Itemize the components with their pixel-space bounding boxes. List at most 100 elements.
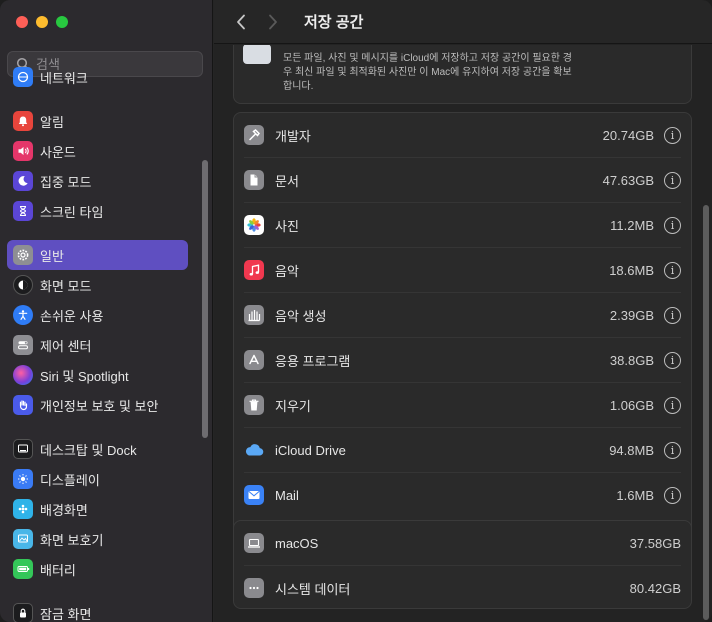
optimize-description: 모든 파일, 사진 및 메시지를 iCloud에 저장하고 저장 공간이 필요한… (283, 53, 572, 92)
minimize-button[interactable] (36, 16, 48, 28)
hourglass-icon (13, 201, 33, 221)
category-size: 18.6MB (609, 262, 654, 278)
sidebar-item-sound[interactable]: 사운드 (7, 136, 188, 166)
sidebar-item-notifications[interactable]: 알림 (7, 106, 188, 136)
category-label: 지우기 (275, 398, 311, 414)
mail-icon (244, 485, 264, 505)
sidebar-item-privacy[interactable]: 개인정보 보호 및 보안 (7, 390, 188, 420)
back-button[interactable] (227, 8, 255, 36)
info-button[interactable]: i (664, 441, 681, 459)
main-scrollbar[interactable] (703, 205, 709, 620)
category-size: 94.8MB (609, 442, 654, 458)
sidebar-item-network[interactable]: 네트워크 (7, 64, 188, 90)
settings-window: 네트워크 알림 사운드 집중 모드 (0, 0, 712, 622)
category-row-music-creation[interactable]: 음악 생성 2.39GB i (234, 293, 691, 337)
sidebar-item-label: 화면 보호기 (40, 532, 104, 548)
sidebar-list: 네트워크 알림 사운드 집중 모드 스크린 타임 일반 화면 모드 손쉬운 사용… (7, 67, 188, 622)
category-label: 개발자 (275, 128, 311, 144)
screensaver-icon (13, 529, 33, 549)
sidebar-item-label: 손쉬운 사용 (40, 308, 104, 324)
info-button[interactable]: i (664, 261, 681, 279)
category-size: 2.39GB (609, 307, 654, 323)
sidebar-item-desktop-dock[interactable]: 데스크탑 및 Dock (7, 434, 188, 464)
sidebar-item-label: 배경화면 (40, 502, 88, 518)
category-row-photos[interactable]: 사진 11.2MB i (234, 203, 691, 247)
storage-content: 모든 파일, 사진 및 메시지를 iCloud에 저장하고 저장 공간이 필요한… (214, 45, 712, 622)
system-row-macos: macOS 37.58GB (234, 521, 691, 565)
chevron-left-icon (237, 14, 245, 29)
category-size: 38.8GB (609, 352, 654, 368)
info-button[interactable]: i (664, 396, 681, 414)
trash-icon (244, 395, 264, 415)
info-button[interactable]: i (664, 216, 681, 234)
document-icon (244, 170, 264, 190)
sidebar-item-siri[interactable]: Siri 및 Spotlight (7, 360, 188, 390)
sidebar-item-screensaver[interactable]: 화면 보호기 (7, 524, 188, 554)
sidebar-item-label: 집중 모드 (40, 174, 92, 190)
laptop-icon (244, 533, 264, 553)
music-creation-icon (244, 305, 264, 325)
sidebar-scrollbar[interactable] (202, 160, 208, 438)
accessibility-icon (13, 305, 33, 325)
info-button[interactable]: i (664, 171, 681, 189)
control-center-icon (13, 335, 33, 355)
sidebar-item-battery[interactable]: 배터리 (7, 554, 188, 584)
system-size: 80.42GB (629, 580, 681, 596)
chevron-right-icon (269, 14, 277, 29)
info-button[interactable]: i (664, 306, 681, 324)
moon-icon (13, 171, 33, 191)
sidebar-item-label: 사운드 (40, 144, 76, 160)
sidebar-item-label: 디스플레이 (40, 472, 100, 488)
forward-button[interactable] (259, 8, 287, 36)
sidebar-item-control-center[interactable]: 제어 센터 (7, 330, 188, 360)
system-storage-list: macOS 37.58GB 시스템 데이터 80.42GB (233, 520, 692, 609)
page-title: 저장 공간 (304, 14, 364, 31)
photos-icon (244, 215, 264, 235)
appearance-icon (13, 275, 33, 295)
info-button[interactable]: i (664, 126, 681, 144)
sidebar-item-screen-time[interactable]: 스크린 타임 (7, 196, 188, 226)
category-label: 응용 프로그램 (275, 353, 351, 369)
sidebar-item-general[interactable]: 일반 (7, 240, 188, 270)
network-icon (13, 67, 33, 87)
category-row-documents[interactable]: 문서 47.63GB i (234, 158, 691, 202)
display-icon (13, 469, 33, 489)
sidebar-item-wallpaper[interactable]: 배경화면 (7, 494, 188, 524)
sidebar-item-appearance[interactable]: 화면 모드 (7, 270, 188, 300)
gear-icon (13, 245, 33, 265)
battery-icon (13, 559, 33, 579)
sidebar-item-lock-screen[interactable]: 잠금 화면 (7, 598, 188, 622)
hammer-icon (244, 125, 264, 145)
category-row-music[interactable]: 음악 18.6MB i (234, 248, 691, 292)
speaker-icon (13, 141, 33, 161)
bell-icon (13, 111, 33, 131)
optimize-storage-card: 모든 파일, 사진 및 메시지를 iCloud에 저장하고 저장 공간이 필요한… (233, 45, 692, 104)
icloud-drive-icon (243, 45, 271, 64)
hand-icon (13, 395, 33, 415)
info-button[interactable]: i (664, 486, 681, 504)
system-label: 시스템 데이터 (275, 581, 351, 597)
category-size: 11.2MB (610, 217, 654, 233)
system-size: 37.58GB (629, 535, 681, 551)
sidebar-item-displays[interactable]: 디스플레이 (7, 464, 188, 494)
category-label: 음악 생성 (275, 308, 327, 324)
category-row-mail[interactable]: Mail 1.6MB i (234, 473, 691, 517)
close-button[interactable] (16, 16, 28, 28)
app-store-icon (244, 350, 264, 370)
maximize-button[interactable] (56, 16, 68, 28)
sidebar-item-focus[interactable]: 집중 모드 (7, 166, 188, 196)
category-size: 1.06GB (609, 397, 654, 413)
info-button[interactable]: i (664, 351, 681, 369)
icloud-icon (244, 440, 264, 460)
category-row-applications[interactable]: 응용 프로그램 38.8GB i (234, 338, 691, 382)
category-label: 사진 (275, 218, 299, 234)
category-row-icloud-drive[interactable]: iCloud Drive 94.8MB i (234, 428, 691, 472)
storage-category-list: 개발자 20.74GB i 문서 47.63GB i 사진 11.2MB i 음… (233, 112, 692, 556)
main-pane: 저장 공간 모든 파일, 사진 및 메시지를 iCloud에 저장하고 저장 공… (214, 0, 712, 622)
sidebar-item-accessibility[interactable]: 손쉬운 사용 (7, 300, 188, 330)
sidebar-item-label: 개인정보 보호 및 보안 (40, 398, 159, 414)
siri-icon (13, 365, 33, 385)
category-row-trash[interactable]: 지우기 1.06GB i (234, 383, 691, 427)
category-row-developer[interactable]: 개발자 20.74GB i (234, 113, 691, 157)
system-label: macOS (275, 535, 319, 551)
